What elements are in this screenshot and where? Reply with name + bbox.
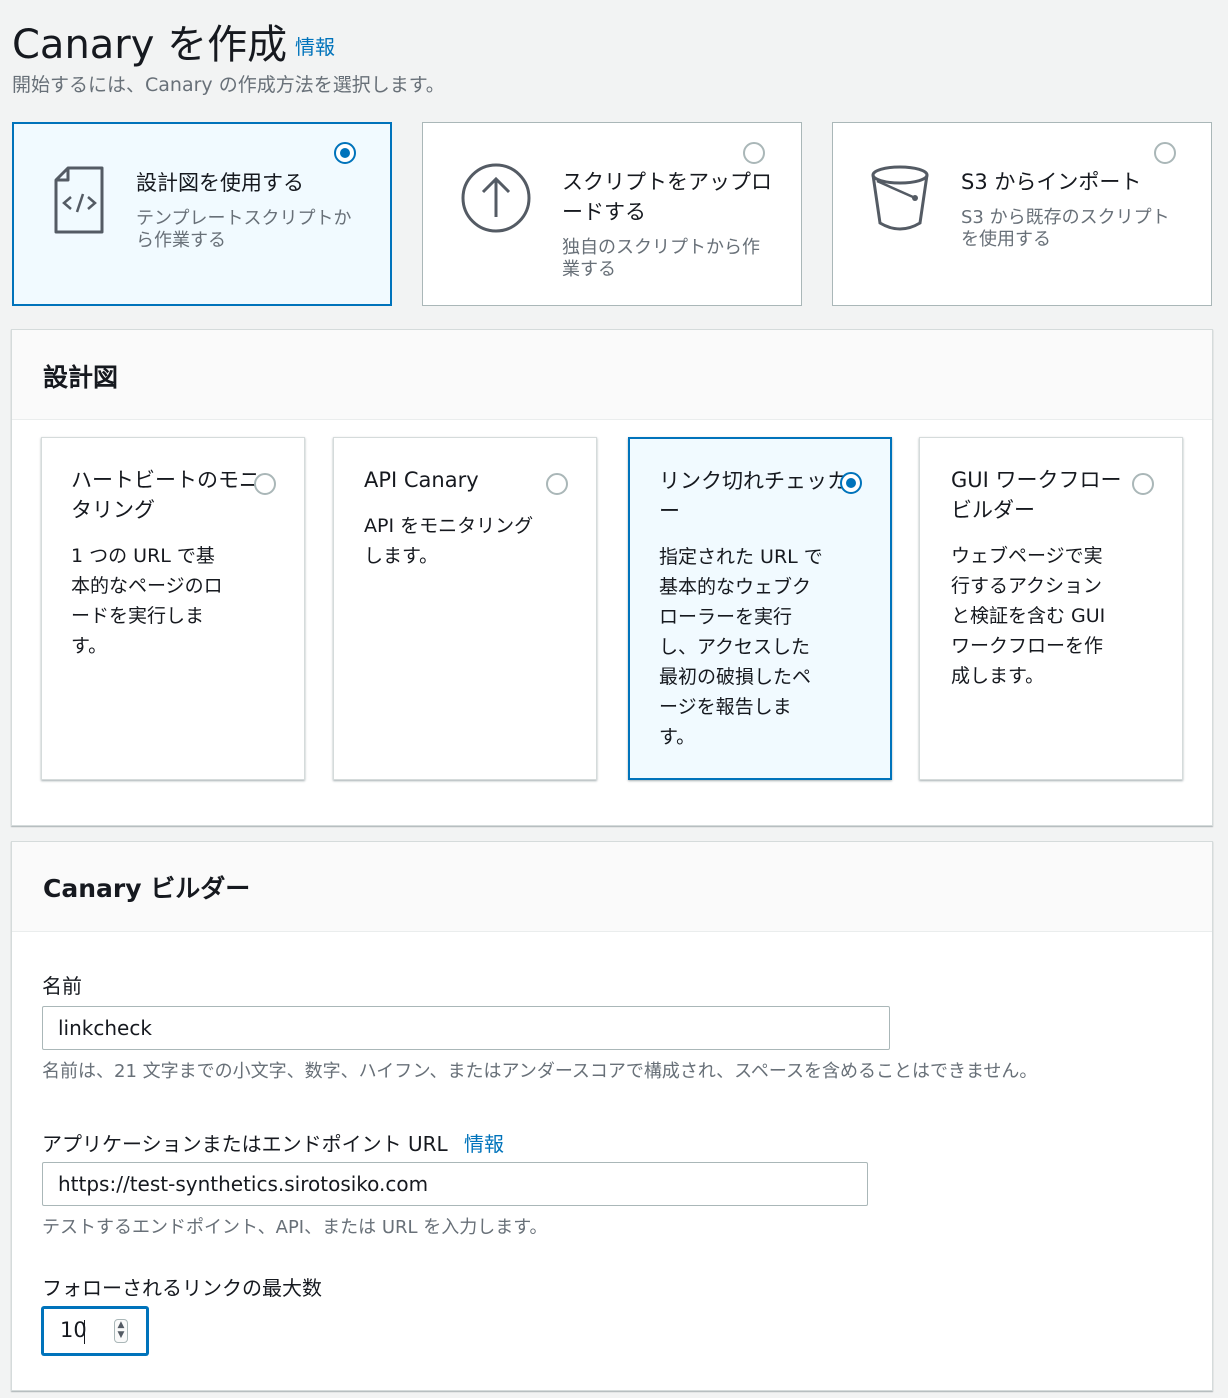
max-links-label: フォローされるリンクの最大数: [42, 1276, 322, 1300]
tile-desc: テンプレートスクリプトから作業する: [136, 208, 352, 251]
method-tile-upload[interactable]: スクリプトをアップロードする 独自のスクリプトから作業する: [422, 122, 802, 306]
canary-builder-panel: Canary ビルダー: [11, 841, 1213, 1391]
card-desc: API をモニタリングします。: [364, 515, 534, 567]
card-desc: 指定された URL で基本的なウェブクローラーを実行し、アクセスした最初の破損し…: [659, 546, 823, 748]
blueprint-card-heartbeat[interactable]: ハートビートのモニタリング 1 つの URL で基本的なページのロードを実行しま…: [41, 437, 305, 780]
tile-desc: 独自のスクリプトから作業する: [562, 237, 760, 280]
tile-title: 設計図を使用する: [136, 171, 304, 195]
tile-title: スクリプトをアップロードする: [562, 170, 772, 224]
method-radio[interactable]: [743, 142, 765, 164]
bucket-icon: [871, 165, 929, 231]
panel-header: Canary ビルダー: [12, 842, 1212, 932]
blueprint-radio[interactable]: [840, 472, 862, 494]
text-caret: [84, 1320, 85, 1344]
chevron-down-icon[interactable]: ▼: [115, 1330, 127, 1340]
name-label: 名前: [42, 974, 82, 998]
name-field[interactable]: linkcheck: [42, 1006, 890, 1050]
url-info-link[interactable]: 情報: [464, 1132, 504, 1156]
url-hint: テストするエンドポイント、API、または URL を入力します。: [42, 1217, 548, 1238]
blueprints-heading: 設計図: [43, 363, 119, 392]
card-title: リンク切れチェッカー: [659, 469, 848, 523]
name-hint: 名前は、21 文字までの小文字、数字、ハイフン、またはアンダースコアで構成され、…: [42, 1061, 1038, 1082]
builder-heading: Canary ビルダー: [43, 874, 251, 903]
blueprint-card-gui-workflow[interactable]: GUI ワークフロービルダー ウェブページで実行するアクションと検証を含む GU…: [919, 437, 1183, 780]
url-label: アプリケーションまたはエンドポイント URL 情報: [42, 1128, 504, 1157]
method-radio[interactable]: [334, 142, 356, 164]
info-link[interactable]: 情報: [295, 31, 335, 60]
card-desc: 1 つの URL で基本的なページのロードを実行します。: [71, 545, 223, 657]
panel-header: 設計図: [12, 330, 1212, 420]
url-label-text: アプリケーションまたはエンドポイント URL: [42, 1132, 448, 1156]
page-title-text: Canary を作成: [12, 22, 288, 68]
tile-desc: S3 から既存のスクリプトを使用する: [961, 207, 1170, 250]
method-tile-s3[interactable]: S3 からインポート S3 から既存のスクリプトを使用する: [832, 122, 1212, 306]
method-tile-blueprint[interactable]: 設計図を使用する テンプレートスクリプトから作業する: [12, 122, 392, 306]
blueprint-radio[interactable]: [546, 473, 568, 495]
stepper-arrows[interactable]: ▲ ▼: [114, 1319, 128, 1343]
chevron-up-icon[interactable]: ▲: [115, 1320, 127, 1330]
card-title: GUI ワークフロービルダー: [951, 468, 1122, 522]
url-field[interactable]: https://test-synthetics.sirotosiko.com: [42, 1162, 868, 1206]
blueprint-card-broken-link[interactable]: リンク切れチェッカー 指定された URL で基本的なウェブクローラーを実行し、ア…: [628, 437, 892, 780]
card-title: API Canary: [364, 468, 479, 492]
code-file-icon: [54, 166, 104, 234]
page-subtitle: 開始するには、Canary の作成方法を選択します。: [12, 74, 445, 96]
max-links-stepper[interactable]: 10 ▲ ▼: [42, 1307, 148, 1355]
card-title: ハートビートのモニタリング: [71, 468, 260, 522]
tile-title: S3 からインポート: [961, 170, 1142, 194]
blueprint-radio[interactable]: [254, 473, 276, 495]
page-title: Canary を作成: [12, 12, 287, 70]
upload-icon: [461, 163, 531, 233]
blueprint-card-api[interactable]: API Canary API をモニタリングします。: [333, 437, 597, 780]
blueprint-radio[interactable]: [1132, 473, 1154, 495]
max-links-value: 10: [60, 1318, 87, 1342]
method-radio[interactable]: [1154, 142, 1176, 164]
card-desc: ウェブページで実行するアクションと検証を含む GUI ワークフローを作成します。: [951, 545, 1106, 687]
